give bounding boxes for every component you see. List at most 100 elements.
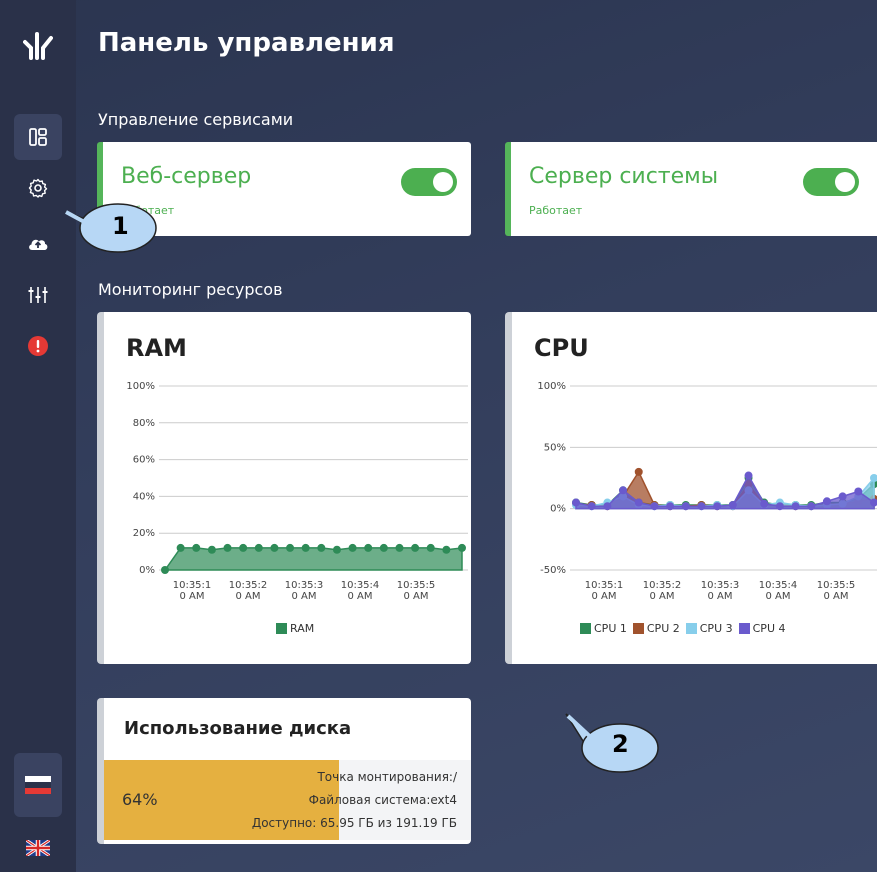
- data-point[interactable]: [332, 545, 341, 554]
- data-point[interactable]: [270, 543, 279, 552]
- legend-label: CPU 4: [752, 622, 786, 635]
- legend-label: CPU 1: [594, 622, 627, 635]
- x-tick-label: 0 AM: [235, 591, 260, 602]
- data-point[interactable]: [207, 545, 216, 554]
- data-point[interactable]: [634, 498, 643, 507]
- data-point[interactable]: [838, 492, 847, 501]
- legend-label: RAM: [290, 622, 315, 635]
- disk-usage-bar: 64% Точка монтирования:/ Файловая систем…: [104, 760, 471, 840]
- disk-filesystem: Файловая система:ext4: [308, 793, 457, 807]
- language-russian[interactable]: [14, 753, 62, 817]
- x-tick-label: 10:35:3: [701, 580, 740, 591]
- x-tick-label: 0 AM: [347, 591, 372, 602]
- sidebar-item-dashboard[interactable]: [14, 114, 62, 160]
- data-point[interactable]: [426, 543, 435, 552]
- data-point[interactable]: [791, 502, 800, 511]
- data-point[interactable]: [286, 543, 295, 552]
- legend-item[interactable]: CPU 4: [738, 622, 786, 635]
- data-point[interactable]: [348, 543, 357, 552]
- callout-1: [65, 203, 157, 253]
- disk-available: Доступно: 65.95 ГБ из 191.19 ГБ: [251, 816, 457, 830]
- x-tick-label: 0 AM: [291, 591, 316, 602]
- disk-percent: 64%: [122, 790, 158, 809]
- toggle-knob: [835, 172, 855, 192]
- data-point[interactable]: [634, 467, 643, 476]
- data-point[interactable]: [254, 543, 263, 552]
- data-point[interactable]: [239, 543, 248, 552]
- y-tick-label: 80%: [133, 418, 155, 429]
- data-point[interactable]: [681, 502, 690, 511]
- x-tick-label: 10:35:5: [817, 580, 856, 591]
- legend-item[interactable]: RAM: [276, 622, 314, 635]
- data-point[interactable]: [713, 502, 722, 511]
- x-tick-label: 0 AM: [649, 591, 674, 602]
- data-point[interactable]: [619, 486, 628, 495]
- y-tick-label: -50%: [540, 565, 566, 576]
- sidebar-item-alerts[interactable]: [14, 323, 62, 369]
- y-tick-label: 100%: [126, 381, 155, 392]
- dashboard-icon: [29, 128, 47, 146]
- data-point[interactable]: [411, 543, 420, 552]
- web-server-toggle[interactable]: [401, 168, 457, 196]
- legend-item[interactable]: CPU 3: [685, 622, 733, 635]
- x-tick-label: 0 AM: [823, 591, 848, 602]
- x-tick-label: 10:35:4: [341, 580, 380, 591]
- disk-mount: Точка монтирования:/: [317, 770, 457, 784]
- data-point[interactable]: [587, 502, 596, 511]
- x-tick-label: 10:35:4: [759, 580, 798, 591]
- system-server-toggle[interactable]: [803, 168, 859, 196]
- section-title-services: Управление сервисами: [98, 110, 294, 129]
- legend-item[interactable]: CPU 2: [632, 622, 680, 635]
- data-point[interactable]: [666, 502, 675, 511]
- service-card-system: Сервер системы Работает: [505, 142, 877, 236]
- x-tick-label: 10:35:1: [585, 580, 624, 591]
- callout-label: 1: [112, 212, 129, 240]
- disk-title: Использование диска: [124, 718, 352, 739]
- cpu-chart: -50%0%50%100%10:35:10 AM10:35:20 AM10:35…: [537, 381, 877, 602]
- y-tick-label: 100%: [537, 381, 566, 392]
- ram-legend: RAM: [276, 622, 314, 635]
- data-point[interactable]: [744, 471, 753, 480]
- data-point[interactable]: [760, 499, 769, 508]
- y-tick-label: 40%: [133, 491, 155, 502]
- data-point[interactable]: [650, 502, 659, 511]
- data-point[interactable]: [317, 543, 326, 552]
- data-point[interactable]: [364, 543, 373, 552]
- data-point[interactable]: [301, 543, 310, 552]
- legend-item[interactable]: CPU 1: [580, 622, 627, 635]
- language-english[interactable]: [14, 820, 62, 872]
- callout-label: 2: [612, 730, 629, 758]
- data-point[interactable]: [775, 502, 784, 511]
- legend-swatch: [738, 623, 750, 634]
- data-point[interactable]: [192, 543, 201, 552]
- data-point[interactable]: [854, 487, 863, 496]
- y-tick-label: 20%: [133, 528, 155, 539]
- legend-swatch: [632, 623, 644, 634]
- legend-label: CPU 2: [646, 622, 680, 635]
- data-point[interactable]: [697, 502, 706, 511]
- legend-swatch: [580, 623, 591, 634]
- data-point[interactable]: [728, 500, 737, 509]
- data-point[interactable]: [379, 543, 388, 552]
- y-tick-label: 60%: [133, 455, 155, 466]
- data-point[interactable]: [176, 543, 185, 552]
- data-point[interactable]: [395, 543, 404, 552]
- ram-chart: 0%20%40%60%80%100%10:35:10 AM10:35:20 AM…: [126, 381, 468, 602]
- app-logo-icon[interactable]: [23, 30, 53, 60]
- data-point[interactable]: [807, 502, 816, 511]
- sidebar-item-tuning[interactable]: [14, 272, 62, 318]
- data-point[interactable]: [458, 543, 466, 552]
- data-point[interactable]: [223, 543, 232, 552]
- data-point[interactable]: [161, 566, 169, 574]
- data-point[interactable]: [603, 502, 612, 511]
- section-title-monitoring: Мониторинг ресурсов: [98, 280, 283, 299]
- legend-swatch: [685, 623, 697, 634]
- alert-icon: [28, 336, 48, 356]
- cpu-legend: CPU 1 CPU 2 CPU 3 CPU 4: [580, 622, 786, 635]
- legend-label: CPU 3: [699, 622, 733, 635]
- data-point[interactable]: [572, 498, 580, 507]
- disk-info: Точка монтирования:/ Файловая система:ex…: [252, 766, 457, 835]
- data-point[interactable]: [442, 545, 451, 554]
- page-title: Панель управления: [98, 28, 395, 58]
- data-point[interactable]: [822, 497, 831, 506]
